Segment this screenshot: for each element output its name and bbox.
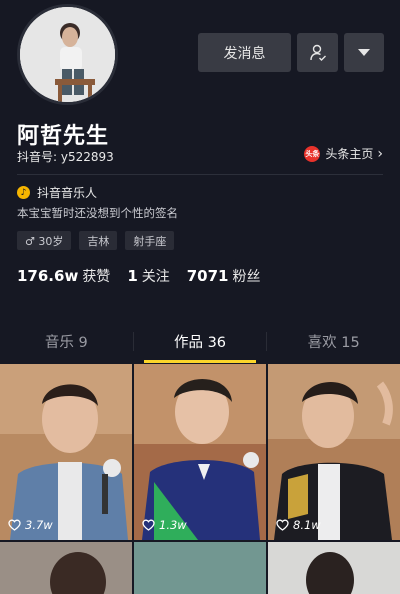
stat-followers-value: 7071 xyxy=(186,267,229,285)
video-thumbnail[interactable] xyxy=(0,542,132,594)
video-thumbnail-image xyxy=(134,364,266,540)
profile-stats: 176.6w 获赞 1 关注 7071 粉丝 xyxy=(17,266,278,286)
stat-likes: 176.6w 获赞 xyxy=(17,266,110,286)
toutiao-logo-icon: 头条 xyxy=(304,145,321,162)
profile-bio: 本宝宝暂时还没想到个性的签名 xyxy=(17,206,178,220)
douyin-id: 抖音号: y522893 xyxy=(17,150,114,164)
video-thumbnail-image xyxy=(134,542,266,594)
chevron-right-icon: › xyxy=(377,145,383,162)
triangle-down-icon xyxy=(358,48,370,56)
toutiao-label: 头条主页 xyxy=(325,147,374,161)
stat-followers-label: 粉丝 xyxy=(232,269,261,285)
stat-likes-value: 176.6w xyxy=(17,267,79,285)
video-grid: 3.7w 1.3w 8.1w xyxy=(0,364,400,594)
verified-badge: ♪ 抖音音乐人 xyxy=(17,184,97,201)
send-message-label: 发消息 xyxy=(223,45,266,62)
heart-icon xyxy=(8,519,21,531)
stat-following[interactable]: 1 关注 xyxy=(127,266,169,286)
tab-likes[interactable]: 喜欢 15 xyxy=(267,320,400,363)
tag-location: 吉林 xyxy=(79,231,118,250)
video-likes: 8.1w xyxy=(276,518,321,532)
video-likes: 3.7w xyxy=(8,518,53,532)
video-likes: 1.3w xyxy=(142,518,187,532)
video-likes-count: 8.1w xyxy=(293,518,321,532)
heart-icon xyxy=(142,519,155,531)
tag-zodiac: 射手座 xyxy=(125,231,175,250)
video-thumbnail[interactable]: 8.1w xyxy=(268,364,400,540)
verified-label: 抖音音乐人 xyxy=(37,186,98,200)
video-thumbnail[interactable] xyxy=(134,542,266,594)
content-tabs: 音乐 9 作品 36 喜欢 15 xyxy=(0,320,400,363)
profile-avatar[interactable] xyxy=(17,4,118,105)
video-thumbnail-image xyxy=(268,542,400,594)
stat-likes-label: 获赞 xyxy=(82,269,111,285)
video-likes-count: 3.7w xyxy=(25,518,53,532)
video-thumbnail-image xyxy=(0,364,132,540)
video-likes-count: 1.3w xyxy=(159,518,187,532)
toutiao-homepage-link[interactable]: 头条 头条主页 › xyxy=(304,145,383,162)
user-check-icon xyxy=(309,44,326,61)
tab-works[interactable]: 作品 36 xyxy=(134,320,267,363)
video-thumbnail[interactable]: 1.3w xyxy=(134,364,266,540)
video-thumbnail-image xyxy=(268,364,400,540)
tab-music[interactable]: 音乐 9 xyxy=(0,320,133,363)
profile-tags: ♂ 30岁 吉林 射手座 xyxy=(17,231,175,250)
divider xyxy=(17,174,383,175)
video-thumbnail[interactable] xyxy=(268,542,400,594)
send-message-button[interactable]: 发消息 xyxy=(198,33,291,72)
verified-musician-icon: ♪ xyxy=(17,186,30,199)
stat-following-label: 关注 xyxy=(141,269,170,285)
video-thumbnail[interactable]: 3.7w xyxy=(0,364,132,540)
follow-status-button[interactable] xyxy=(297,33,338,72)
stat-following-value: 1 xyxy=(127,267,138,285)
profile-name: 阿哲先生 xyxy=(17,124,110,149)
more-dropdown-button[interactable] xyxy=(344,33,384,72)
stat-followers[interactable]: 7071 粉丝 xyxy=(187,266,261,286)
tag-age: ♂ 30岁 xyxy=(17,231,72,250)
heart-icon xyxy=(276,519,289,531)
video-thumbnail-image xyxy=(0,542,132,594)
